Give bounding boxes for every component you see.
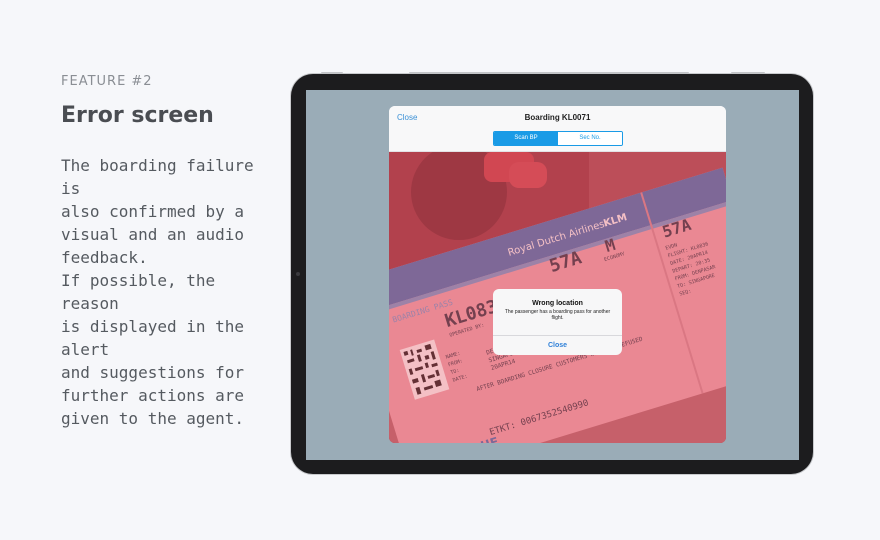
alert-title: Wrong location [532, 300, 583, 307]
modal-nav-bar: Close Boarding KL0071 Scan BP Sec No. [389, 106, 726, 152]
tablet-screen: Close Boarding KL0071 Scan BP Sec No. Ro… [306, 90, 799, 460]
tablet-device: Close Boarding KL0071 Scan BP Sec No. Ro… [291, 72, 813, 474]
modal-title: Boarding KL0071 [524, 113, 591, 122]
boarding-modal: Close Boarding KL0071 Scan BP Sec No. Ro… [389, 106, 726, 443]
segment-scan-bp[interactable]: Scan BP [494, 132, 558, 145]
alert-message: The passenger has a boarding pass for an… [504, 309, 611, 321]
feature-title: Error screen [61, 103, 214, 128]
feature-kicker: FEATURE #2 [61, 74, 153, 89]
scan-mode-segmented-control: Scan BP Sec No. [493, 131, 623, 146]
feature-description: The boarding failure is also confirmed b… [61, 156, 254, 428]
volume-button [321, 72, 343, 74]
power-button [731, 72, 765, 74]
pencil-magnet [409, 72, 689, 74]
feature-copy: FEATURE #2 Error screen The boarding fai… [61, 74, 271, 430]
alert-close-button[interactable]: Close [493, 336, 622, 355]
front-camera [296, 272, 300, 276]
error-alert-dialog: Wrong location The passenger has a board… [493, 289, 622, 355]
camera-viewfinder: Royal Dutch Airlines KLM BOARDING PASS KL08… [389, 152, 726, 443]
segment-sec-no[interactable]: Sec No. [558, 132, 622, 145]
